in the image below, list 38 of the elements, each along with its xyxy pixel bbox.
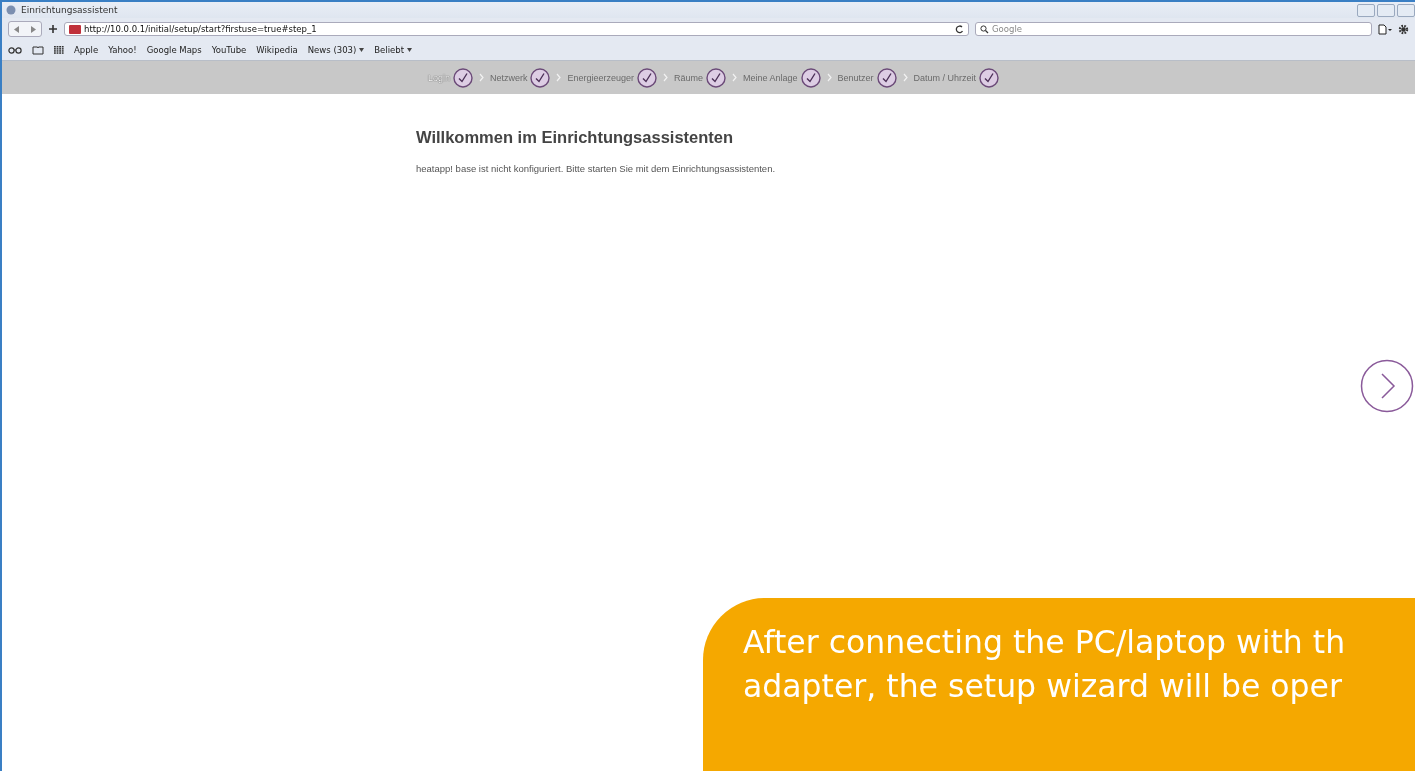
bookmark-link[interactable]: Apple bbox=[74, 45, 99, 55]
checkmark-circle-icon bbox=[452, 67, 473, 88]
window-title: Einrichtungsassistent bbox=[21, 5, 118, 15]
bookmark-link[interactable]: Google Maps bbox=[146, 45, 202, 55]
forward-icon[interactable] bbox=[30, 25, 36, 33]
address-field[interactable]: http://10.0.0.1/initial/setup/start?firstuse=true#step_1 bbox=[64, 22, 969, 36]
favicon-icon bbox=[69, 24, 81, 34]
checkmark-circle-icon bbox=[530, 67, 551, 88]
checkmark-circle-icon bbox=[637, 67, 657, 88]
checkmark-circle-icon bbox=[706, 67, 726, 88]
reload-icon[interactable] bbox=[955, 24, 964, 34]
chevron-separator-icon bbox=[826, 73, 832, 82]
chevron-separator-icon bbox=[732, 73, 737, 82]
search-icon bbox=[980, 24, 989, 34]
grid-icon[interactable] bbox=[54, 46, 64, 54]
chevron-separator-icon bbox=[902, 73, 908, 82]
next-arrow-button[interactable] bbox=[1360, 358, 1415, 414]
bookmark-link[interactable]: News (303) bbox=[307, 45, 365, 55]
bookmark-link[interactable]: Wikipedia bbox=[256, 45, 298, 55]
chevron-separator-icon bbox=[556, 73, 562, 82]
callout-text: adapter, the setup wizard will be oper bbox=[743, 667, 1343, 706]
back-icon[interactable] bbox=[14, 25, 20, 33]
callout-text: After connecting the PC/laptop with th bbox=[743, 623, 1347, 662]
page-heading: Willkommen im Einrichtungsassistenten bbox=[416, 128, 735, 147]
plus-icon[interactable] bbox=[48, 24, 58, 34]
bookmark-link[interactable]: Beliebt bbox=[374, 45, 412, 55]
page-icon[interactable] bbox=[1378, 23, 1392, 35]
checkmark-circle-icon bbox=[979, 67, 1000, 88]
settings-icon[interactable] bbox=[1398, 23, 1409, 35]
chevron-separator-icon bbox=[663, 73, 668, 82]
checkmark-circle-icon bbox=[800, 67, 821, 88]
bookmark-link[interactable]: Yahoo! bbox=[108, 45, 137, 55]
chevron-separator-icon bbox=[478, 73, 484, 82]
reading-glasses-icon[interactable] bbox=[8, 46, 22, 54]
search-field[interactable]: Google bbox=[975, 22, 1372, 36]
checkmark-circle-icon bbox=[876, 67, 897, 88]
bookmark-link[interactable]: YouTube bbox=[211, 45, 247, 55]
intro-text: heatapp! base ist nicht konfiguriert. Bitte starten Sie mit dem Einrichtungsassistenten. bbox=[416, 163, 777, 174]
